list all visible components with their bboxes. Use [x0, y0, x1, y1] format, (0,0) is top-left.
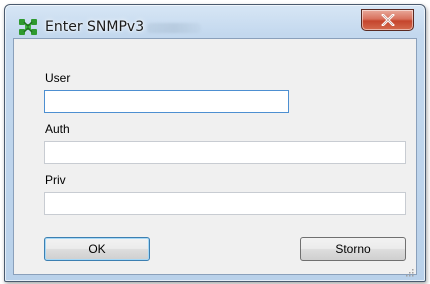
- green-network-icon: [19, 19, 37, 35]
- window-title: Enter SNMPv3: [45, 19, 145, 35]
- close-button[interactable]: [361, 9, 414, 31]
- cancel-button[interactable]: Storno: [300, 237, 406, 261]
- priv-input[interactable]: [44, 192, 406, 215]
- user-label: User: [45, 71, 71, 85]
- dialog-window: Enter SNMPv3 User Auth Priv OK Storno: [4, 4, 426, 282]
- priv-label: Priv: [45, 173, 66, 187]
- user-input[interactable]: [44, 90, 289, 113]
- auth-input[interactable]: [44, 141, 406, 164]
- auth-label: Auth: [45, 122, 70, 136]
- resize-grip-icon[interactable]: [404, 262, 414, 277]
- title-blur-artifact: [147, 23, 201, 33]
- ok-button[interactable]: OK: [44, 237, 150, 261]
- close-icon: [380, 11, 395, 30]
- title-bar[interactable]: Enter SNMPv3: [5, 5, 425, 39]
- dialog-body: User Auth Priv OK Storno: [13, 38, 417, 277]
